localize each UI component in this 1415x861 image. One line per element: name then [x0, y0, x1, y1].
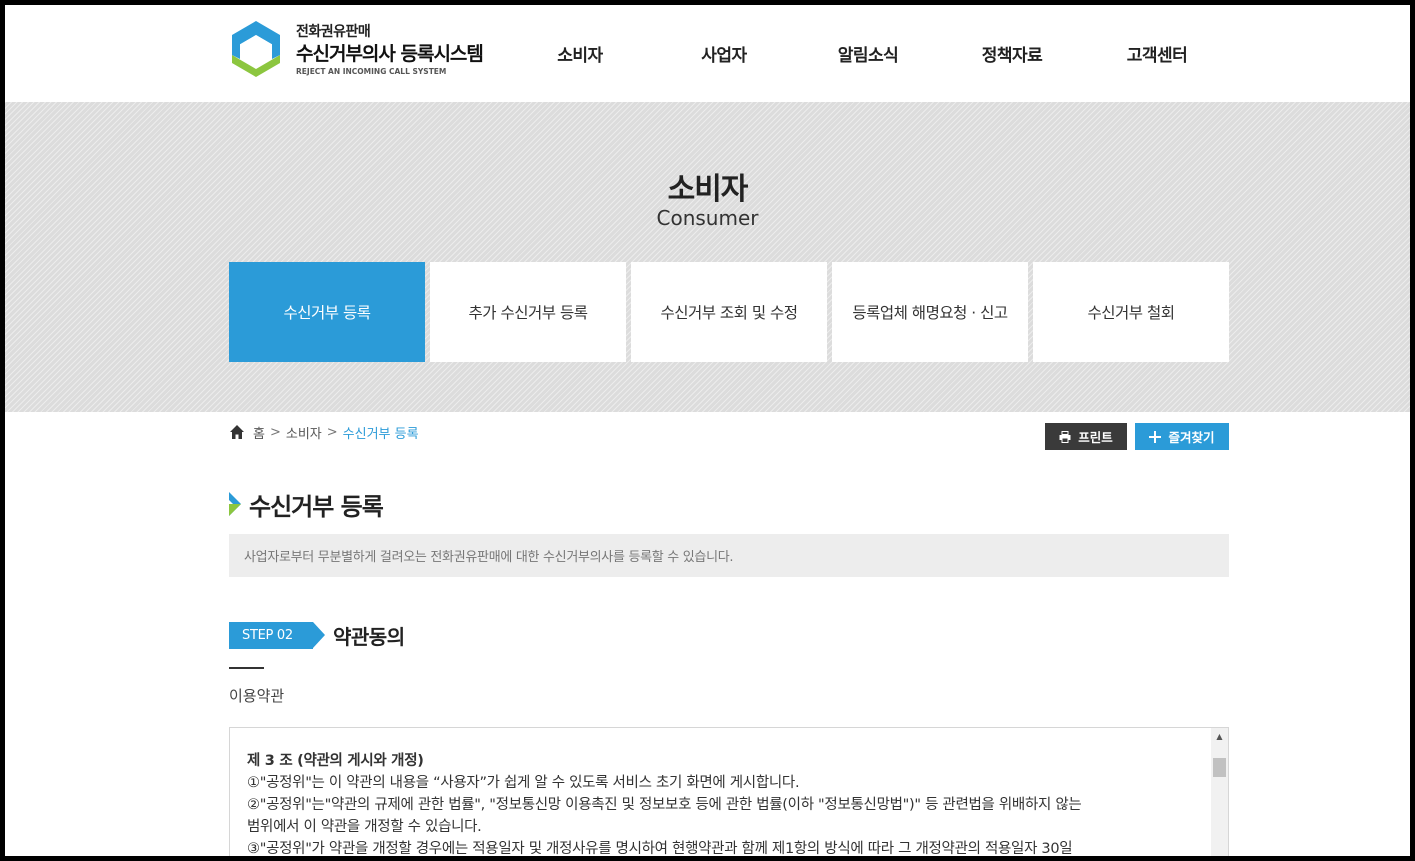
chevron-right-icon	[229, 492, 241, 516]
scroll-up-arrow-icon[interactable]: ▲	[1211, 728, 1228, 745]
sub-nav: 수신거부 등록 추가 수신거부 등록 수신거부 조회 및 수정 등록업체 해명요…	[229, 262, 1229, 362]
tab-report[interactable]: 등록업체 해명요청 · 신고	[832, 262, 1028, 362]
site-header: 전화권유판매 수신거부의사 등록시스템 REJECT AN INCOMING C…	[5, 5, 1410, 102]
print-button[interactable]: 프린트	[1045, 423, 1127, 450]
logo-mark-icon	[232, 21, 280, 77]
terms-label: 이용약관	[229, 687, 285, 705]
step-badge: STEP 02	[229, 622, 325, 649]
step-title: 약관동의	[333, 625, 405, 649]
page-frame: 전화권유판매 수신거부의사 등록시스템 REJECT AN INCOMING C…	[5, 5, 1410, 856]
logo-main-text: 수신거부의사 등록시스템	[296, 43, 484, 65]
section-banner: 소비자 Consumer 수신거부 등록 추가 수신거부 등록 수신거부 조회 …	[5, 102, 1410, 412]
breadcrumb-home[interactable]: 홈	[253, 423, 265, 442]
terms-line: 범위에서 이 약관을 개정할 수 있습니다.	[247, 819, 482, 835]
site-logo[interactable]: 전화권유판매 수신거부의사 등록시스템 REJECT AN INCOMING C…	[230, 19, 500, 81]
terms-line: 제 3 조 (약관의 게시와 개정)	[247, 753, 424, 769]
breadcrumb: 홈 > 소비자 > 수신거부 등록	[229, 422, 419, 442]
nav-item-business[interactable]: 사업자	[654, 41, 794, 66]
breadcrumb-separator: >	[326, 424, 338, 440]
logo-top-text: 전화권유판매	[296, 24, 371, 40]
terms-line: ①"공정위"는 이 약관의 내용을 “사용자”가 쉽게 알 수 있도록 서비스 …	[247, 775, 800, 791]
terms-content: 제 3 조 (약관의 게시와 개정) ①"공정위"는 이 약관의 내용을 “사용…	[247, 750, 1207, 856]
breadcrumb-level1[interactable]: 소비자	[286, 423, 322, 442]
breadcrumb-separator: >	[269, 424, 281, 440]
tab-withdraw[interactable]: 수신거부 철회	[1033, 262, 1229, 362]
page-title: 수신거부 등록	[249, 492, 384, 521]
logo-sub-text: REJECT AN INCOMING CALL SYSTEM	[296, 67, 447, 76]
banner-subtitle: Consumer	[656, 206, 759, 230]
nav-item-news[interactable]: 알림소식	[798, 41, 938, 66]
tab-register[interactable]: 수신거부 등록	[229, 262, 425, 362]
page-description: 사업자로부터 무분별하게 걸려오는 전화권유판매에 대한 수신거부의사를 등록할…	[229, 534, 1229, 577]
terms-line: ②"공정위"는"약관의 규제에 관한 법률", "정보통신망 이용촉진 및 정보…	[247, 797, 1082, 813]
print-label: 프린트	[1078, 430, 1113, 445]
banner-title: 소비자	[667, 172, 749, 207]
terms-line: ③"공정위"가 약관을 개정할 경우에는 적용일자 및 개정사유를 명시하여 현…	[247, 841, 1073, 856]
nav-item-support[interactable]: 고객센터	[1087, 41, 1227, 66]
step-divider	[229, 667, 264, 669]
favorite-button[interactable]: 즐겨찾기	[1135, 423, 1229, 450]
printer-icon	[1059, 430, 1071, 443]
tab-lookup-edit[interactable]: 수신거부 조회 및 수정	[631, 262, 827, 362]
plus-icon	[1149, 430, 1162, 443]
terms-scrollbar[interactable]: ▲	[1211, 728, 1228, 856]
step-header: STEP 02 약관동의	[229, 622, 405, 649]
scroll-thumb[interactable]	[1213, 758, 1226, 777]
home-icon[interactable]	[229, 424, 245, 440]
favorite-label: 즐겨찾기	[1168, 430, 1215, 445]
page-title-area: 수신거부 등록	[229, 487, 384, 521]
tab-additional-register[interactable]: 추가 수신거부 등록	[430, 262, 626, 362]
nav-item-consumer[interactable]: 소비자	[510, 41, 650, 66]
terms-scroll-box[interactable]: 제 3 조 (약관의 게시와 개정) ①"공정위"는 이 약관의 내용을 “사용…	[229, 727, 1229, 856]
nav-item-policy[interactable]: 정책자료	[942, 41, 1082, 66]
breadcrumb-current: 수신거부 등록	[342, 426, 419, 442]
